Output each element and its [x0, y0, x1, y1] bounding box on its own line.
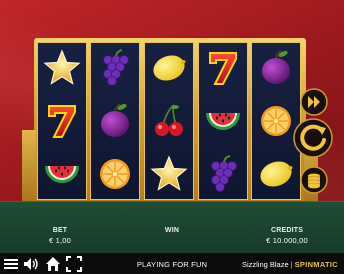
grapes-icon: [211, 155, 237, 192]
fast-forward-button[interactable]: [300, 88, 328, 116]
symbol-cherries: [149, 101, 189, 141]
provider-name: SPINMATIC: [294, 260, 338, 269]
orange-icon: [100, 159, 130, 189]
symbol-grapes: [95, 48, 135, 88]
seven-icon: [48, 105, 76, 138]
bet-label: BET: [52, 227, 68, 234]
bet-value: € 1,00: [48, 236, 72, 245]
symbol-star: [149, 154, 189, 194]
cherries-icon: [155, 104, 183, 136]
symbol-orange: [95, 154, 135, 194]
credits-value: € 10.000,00: [266, 236, 308, 245]
seven-icon: [209, 52, 237, 85]
fullscreen-icon: [66, 256, 82, 272]
plum-icon: [101, 103, 129, 137]
bottom-bar: PLAYING FOR FUN Sizzling Blaze | SPINMATIC: [0, 253, 344, 274]
lemon-icon: [153, 55, 186, 81]
mode-indicator: PLAYING FOR FUN: [136, 260, 208, 269]
fullscreen-button[interactable]: [66, 256, 82, 272]
symbol-plum: [256, 48, 296, 88]
star-icon: [150, 155, 188, 191]
watermelon-icon: [45, 166, 79, 183]
home-button[interactable]: [45, 256, 61, 272]
symbol-grapes: [203, 154, 243, 194]
symbol-lemon: [149, 48, 189, 88]
win-label: WIN: [164, 227, 180, 234]
home-icon: [46, 257, 60, 271]
symbol-seven: [42, 101, 82, 141]
symbol-seven: [203, 48, 243, 88]
credits-display: CREDITS € 10.000,00: [252, 227, 322, 245]
grapes-icon: [103, 49, 129, 86]
brand-label: Sizzling Blaze | SPINMATIC: [242, 260, 338, 269]
sound-button[interactable]: [23, 256, 39, 272]
speaker-icon: [24, 258, 38, 270]
spin-button[interactable]: [293, 118, 333, 158]
credits-label: CREDITS: [270, 227, 304, 234]
symbol-plum: [95, 101, 135, 141]
bet-coins-button[interactable]: [300, 166, 328, 194]
frame-pillar-left: [22, 130, 36, 204]
spin-icon: [293, 118, 333, 158]
symbol-star: [42, 48, 82, 88]
symbol-lemon: [256, 154, 296, 194]
lemon-icon: [260, 161, 293, 187]
symbol-watermelon: [203, 101, 243, 141]
watermelon-icon: [206, 113, 240, 130]
coin-stack-icon: [300, 166, 328, 194]
win-display: WIN: [142, 227, 202, 236]
symbol-orange: [256, 101, 296, 141]
star-icon: [43, 49, 81, 85]
menu-button[interactable]: [3, 256, 19, 272]
plum-icon: [262, 50, 290, 84]
menu-icon: [4, 259, 18, 269]
orange-icon: [261, 106, 291, 136]
fast-forward-icon: [300, 88, 328, 116]
symbol-watermelon: [42, 154, 82, 194]
game-title: Sizzling Blaze: [241, 260, 289, 269]
bet-display[interactable]: BET € 1,00: [30, 227, 90, 245]
